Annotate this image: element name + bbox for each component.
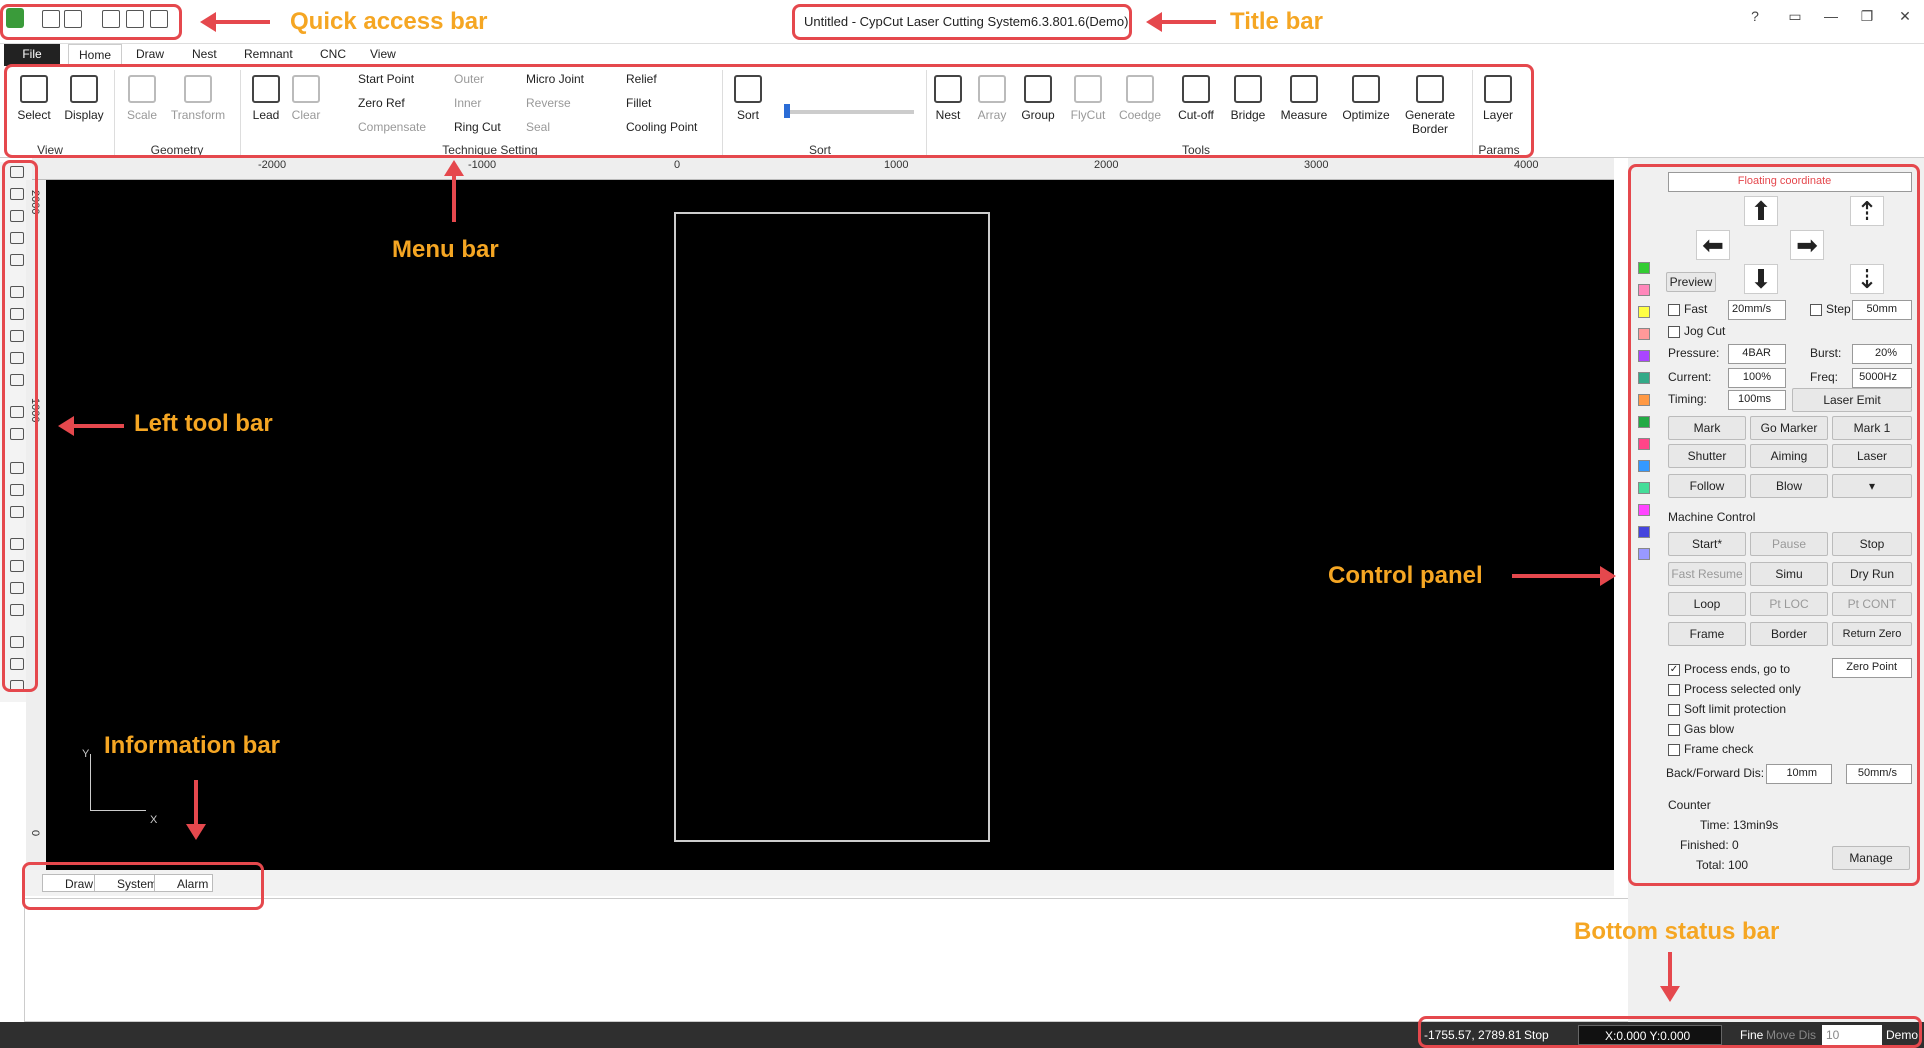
title-bar-box [792,4,1132,40]
arrow-head [1600,566,1616,586]
ruler-label: 4000 [1514,159,1539,171]
ruler-label: 1000 [884,159,909,171]
tab-remnant[interactable]: Remnant [244,47,293,61]
control-panel-box [1628,164,1920,886]
axis-x-line [90,810,146,811]
tab-nest[interactable]: Nest [192,47,217,61]
ruler-label: -2000 [258,159,287,171]
axis-x-label: X [150,814,158,826]
info-area [24,898,1632,1022]
axis-y-label: Y [82,748,90,760]
ruler-label: 0 [29,830,41,837]
menu-bar-box [4,64,1534,158]
tab-view[interactable]: View [370,47,396,61]
tab-cnc[interactable]: CNC [320,47,346,61]
quick-access-arrow [214,20,270,24]
tab-home[interactable]: Home [68,44,123,65]
close-button[interactable]: ✕ [1894,8,1916,25]
information-bar-box [22,862,264,910]
quick-access-label: Quick access bar [290,8,488,35]
part-rectangle[interactable] [674,212,990,842]
ribbon-toggle-icon[interactable]: ▭ [1784,8,1806,25]
quick-access-box [0,4,182,40]
ruler-label: 0 [674,159,681,171]
menu-bar-label: Menu bar [392,236,499,263]
file-menu[interactable]: File [4,44,60,66]
arrow-head [200,12,216,32]
left-toolbar-label: Left tool bar [134,410,273,437]
restore-button[interactable]: ❐ [1856,8,1878,25]
top-ruler: -2000 -1000 0 1000 2000 3000 4000 [32,158,1614,180]
status-bar-arrow [1668,952,1672,988]
tab-draw[interactable]: Draw [136,47,164,61]
ruler-label: 2000 [1094,159,1119,171]
title-bar-arrow [1160,20,1216,24]
minimize-button[interactable]: — [1820,8,1842,24]
ruler-label: 3000 [1304,159,1329,171]
control-panel-arrow [1512,574,1602,578]
arrow-head [1146,12,1162,32]
arrow-head [186,824,206,840]
menu-tabs: File Home Draw Nest Remnant CNC View [0,44,1924,66]
ruler-label: -1000 [468,159,497,171]
information-bar-label: Information bar [104,732,281,759]
title-bar-label: Title bar [1230,8,1323,35]
left-toolbar-box [2,160,38,692]
axis-y-line [90,754,91,810]
control-panel-label: Control panel [1328,562,1483,589]
arrow-head [1660,986,1680,1002]
info-bar-arrow [194,780,198,824]
status-bar-box [1418,1016,1922,1048]
help-button[interactable]: ? [1744,8,1766,24]
left-toolbar-arrow [72,424,124,428]
menu-bar-arrow [452,174,456,222]
bottom-status-bar-label: Bottom status bar [1574,918,1780,945]
